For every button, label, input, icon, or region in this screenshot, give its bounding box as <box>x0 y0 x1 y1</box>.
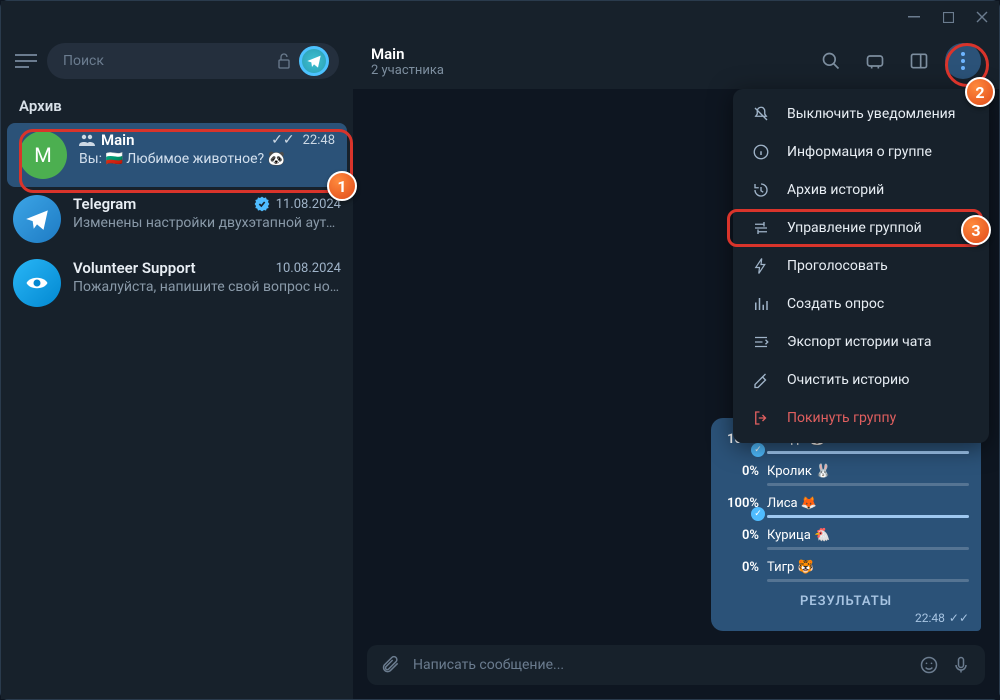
sidepanel-button[interactable] <box>901 43 937 79</box>
check-icon: ✓ <box>751 443 765 457</box>
menu-label: Информация о группе <box>787 144 932 160</box>
group-icon <box>79 134 95 146</box>
close-button[interactable] <box>973 8 991 26</box>
search-box[interactable] <box>47 43 339 79</box>
search-chat-button[interactable] <box>813 43 849 79</box>
menu-leave[interactable]: Покинуть группу <box>733 399 989 437</box>
minimize-button[interactable] <box>905 8 923 26</box>
menu-label: Очистить историю <box>787 372 910 388</box>
header-subtitle: 2 участника <box>371 63 805 78</box>
menu-clear[interactable]: Очистить историю <box>733 361 989 399</box>
menu-label: Покинуть группу <box>787 410 896 426</box>
verified-icon <box>254 196 270 212</box>
poll-option[interactable]: 0% Курица 🐔 <box>723 524 969 547</box>
telegram-badge-icon[interactable] <box>299 46 329 76</box>
poll-option[interactable]: 0% Кролик 🐰 <box>723 460 969 483</box>
menu-info[interactable]: Информация о группе <box>733 133 989 171</box>
context-menu: Выключить уведомления Информация о групп… <box>733 89 989 443</box>
header-title: Main <box>371 45 805 63</box>
menu-label: Проголосовать <box>787 258 888 274</box>
poll-option-label: Кролик 🐰 <box>767 464 969 479</box>
poll-option-label: Лиса 🦊 <box>767 496 969 511</box>
menu-label: Создать опрос <box>787 296 884 312</box>
voice-icon[interactable] <box>951 655 971 675</box>
menu-label: Выключить уведомления <box>787 106 955 122</box>
avatar <box>13 195 61 243</box>
menu-manage[interactable]: Управление группой <box>733 209 989 247</box>
check-icon: ✓ <box>751 507 765 521</box>
message-input[interactable] <box>413 657 907 673</box>
mute-icon <box>751 105 771 123</box>
message-composer <box>367 645 985 685</box>
annotation-2: 2 <box>965 77 995 107</box>
lock-icon <box>277 53 291 69</box>
history-icon <box>751 181 771 199</box>
search-input[interactable] <box>63 53 269 69</box>
info-icon <box>751 143 771 161</box>
chat-time: 22:48 <box>303 133 335 148</box>
menu-label: Экспорт истории чата <box>787 334 932 350</box>
poll-percent: 0% <box>723 560 759 575</box>
archive-header: Архив <box>1 89 353 123</box>
read-checks-icon: ✓✓ <box>271 132 294 148</box>
read-checks-icon: ✓✓ <box>949 611 969 625</box>
menu-export[interactable]: Экспорт истории чата <box>733 323 989 361</box>
main-panel: Main 2 участника Выключить уведомления И… <box>353 33 999 699</box>
call-button[interactable] <box>857 43 893 79</box>
leave-icon <box>751 409 771 427</box>
poll-icon <box>751 295 771 313</box>
poll-option-label: Тигр 🐯 <box>767 560 969 575</box>
annotation-3: 3 <box>961 215 991 245</box>
chat-item-volunteer[interactable]: Volunteer Support 10.08.2024 Пожалуйста,… <box>1 251 353 315</box>
window-titlebar <box>1 1 999 33</box>
chat-preview: Пожалуйста, напишите свой вопрос но… <box>73 279 341 295</box>
poll-option-label: Курица 🐔 <box>767 528 969 543</box>
chat-name: Volunteer Support <box>73 259 270 277</box>
menu-poll[interactable]: Создать опрос <box>733 285 989 323</box>
chat-time: 11.08.2024 <box>276 197 341 212</box>
menu-mute[interactable]: Выключить уведомления <box>733 95 989 133</box>
annotation-1: 1 <box>327 171 357 201</box>
chat-time: 10.08.2024 <box>276 261 341 276</box>
attach-icon[interactable] <box>381 655 401 675</box>
clear-icon <box>751 371 771 389</box>
more-button[interactable] <box>945 43 981 79</box>
menu-icon[interactable] <box>15 54 37 68</box>
poll-percent: 0% <box>723 464 759 479</box>
chat-name: Telegram <box>73 195 248 213</box>
maximize-button[interactable] <box>939 8 957 26</box>
export-icon <box>751 333 771 351</box>
chat-preview: Изменены настройки двухэтапной ауте… <box>73 215 341 231</box>
avatar: M <box>19 131 67 179</box>
poll-results-button[interactable]: РЕЗУЛЬТАТЫ <box>723 588 969 611</box>
poll-option[interactable]: 0% Тигр 🐯 <box>723 556 969 579</box>
manage-icon <box>751 219 771 237</box>
chat-item-main[interactable]: M Main ✓✓ 22:48 Вы: 🇧🇬 Любимое животное?… <box>7 123 347 187</box>
poll-percent: 0% <box>723 528 759 543</box>
menu-vote[interactable]: Проголосовать <box>733 247 989 285</box>
menu-history[interactable]: Архив историй <box>733 171 989 209</box>
header-info[interactable]: Main 2 участника <box>371 45 805 78</box>
avatar <box>13 259 61 307</box>
chat-preview: Вы: 🇧🇬 Любимое животное? 🐼 <box>79 151 335 167</box>
chat-item-telegram[interactable]: Telegram 11.08.2024 Изменены настройки д… <box>1 187 353 251</box>
poll-message[interactable]: 100%Панда 🐼✓0%Кролик 🐰100%Лиса 🦊✓0%Куриц… <box>711 418 981 631</box>
chat-name: Main <box>101 131 265 149</box>
vote-icon <box>751 257 771 275</box>
menu-label: Управление группой <box>787 220 922 236</box>
sidebar: Архив M Main ✓✓ 22:48 Вы: 🇧🇬 Любимое жив… <box>1 33 353 699</box>
emoji-icon[interactable] <box>919 655 939 675</box>
menu-label: Архив историй <box>787 182 884 198</box>
chat-header: Main 2 участника <box>353 33 999 89</box>
message-time: 22:48✓✓ <box>723 611 969 625</box>
